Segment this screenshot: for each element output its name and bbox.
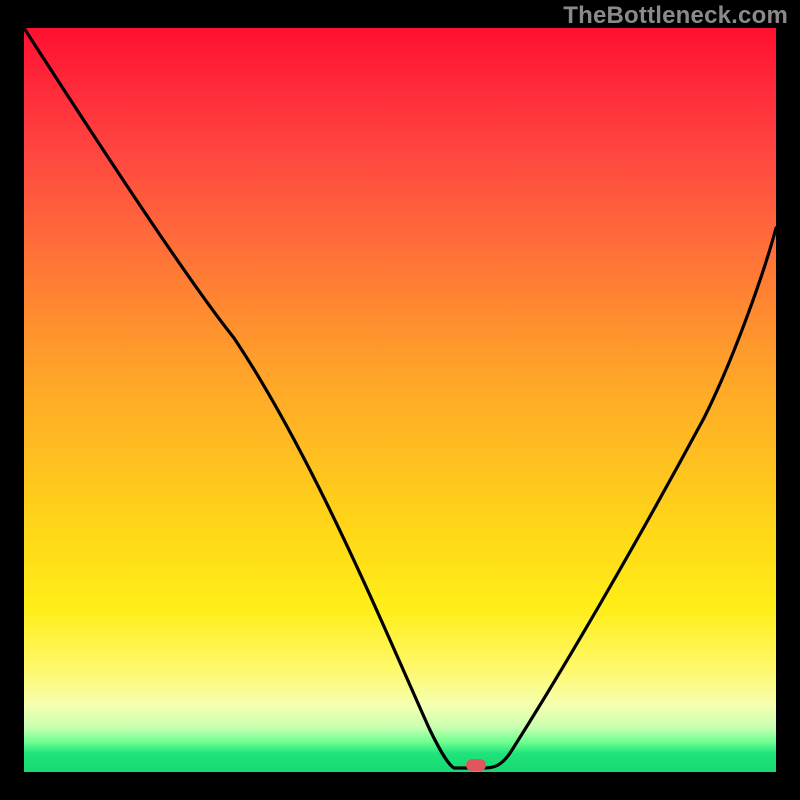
minimum-marker <box>466 759 486 771</box>
plot-area <box>24 28 776 772</box>
watermark-text: TheBottleneck.com <box>563 2 788 30</box>
chart-frame: TheBottleneck.com <box>0 0 800 800</box>
bottleneck-curve <box>24 28 776 772</box>
curve-path <box>24 28 776 768</box>
